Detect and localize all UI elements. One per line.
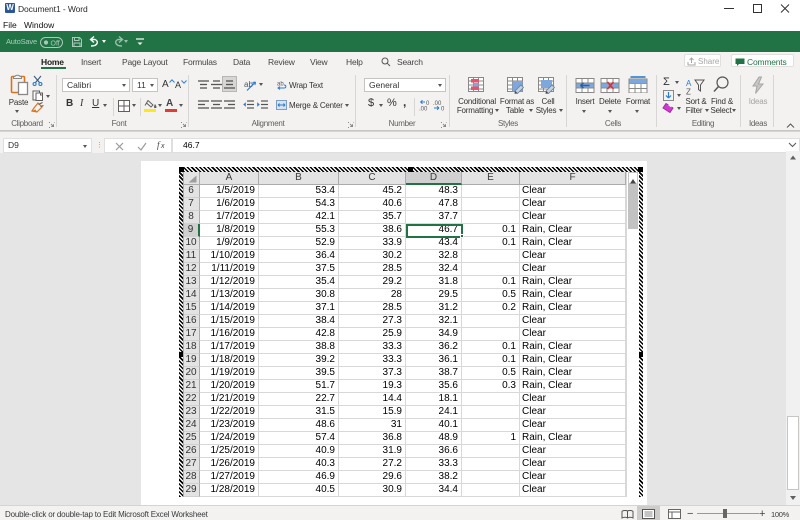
- svg-text:ab: ab: [277, 82, 284, 88]
- svg-text:.00: .00: [419, 107, 428, 112]
- svg-text:Off: Off: [51, 40, 60, 47]
- svg-text:ab: ab: [244, 80, 253, 89]
- svg-text:Z: Z: [686, 88, 691, 96]
- svg-text:0: 0: [441, 107, 445, 112]
